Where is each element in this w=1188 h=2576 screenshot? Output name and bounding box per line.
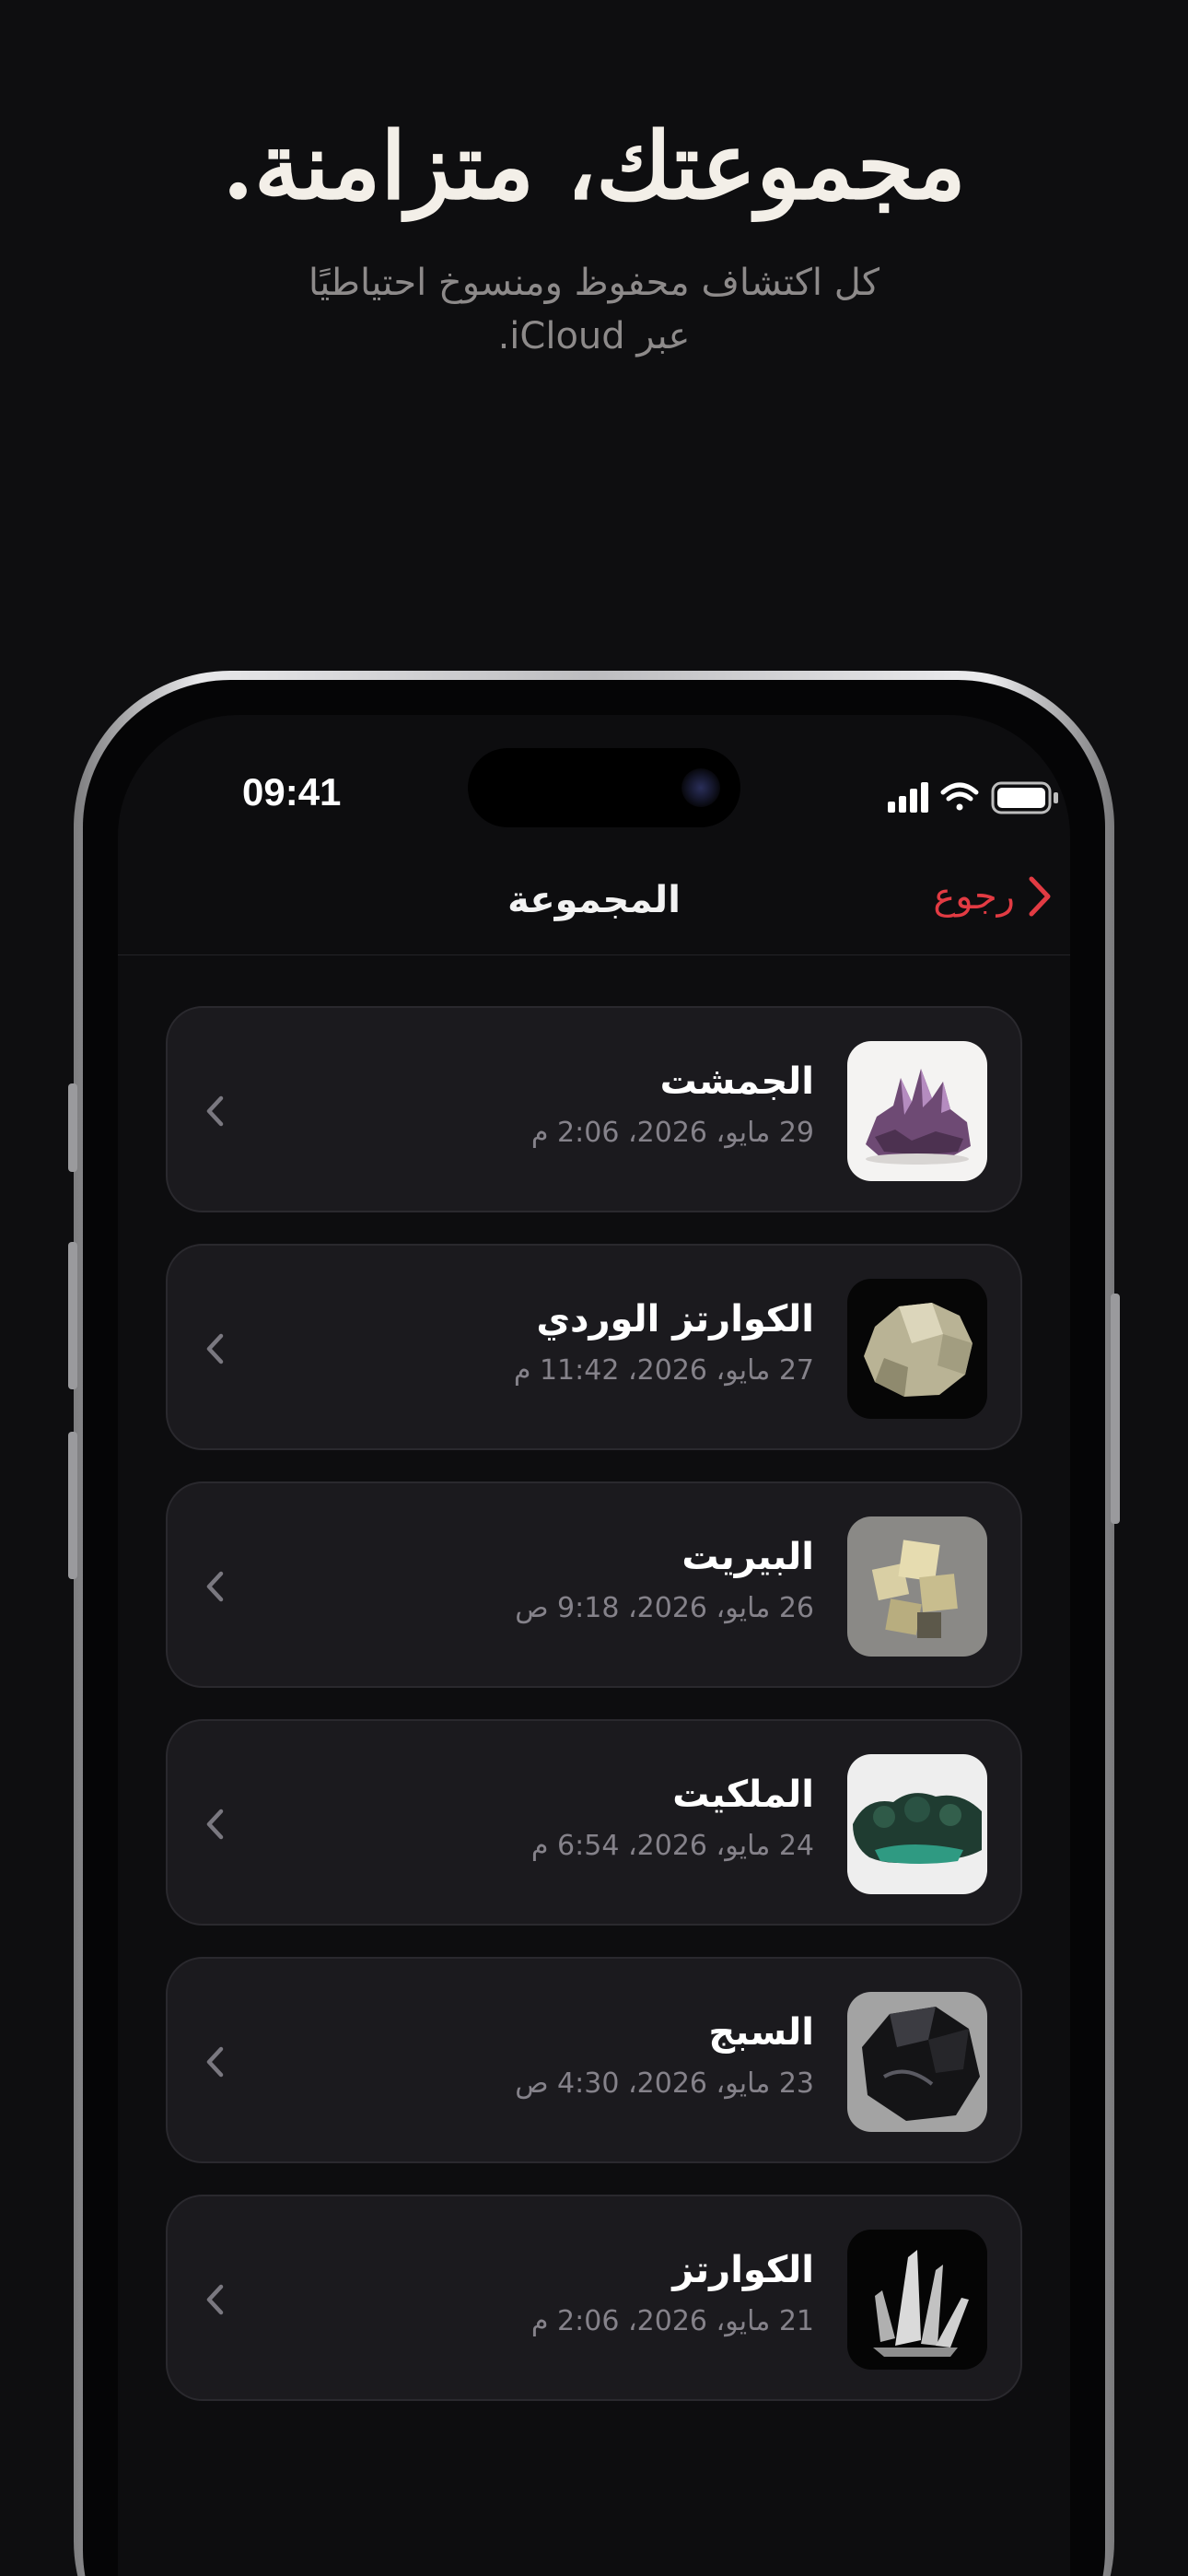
subheadline-line-2: عبر iCloud.: [497, 315, 691, 357]
chevron-left-icon: [206, 1333, 224, 1364]
item-name: السبج: [708, 2011, 814, 2054]
navigation-bar: المجموعة رجوع: [118, 862, 1070, 955]
dynamic-island: [468, 748, 740, 827]
volume-up-button: [68, 1242, 77, 1389]
volume-down-button: [68, 1432, 77, 1579]
subheadline: كل اكتشاف محفوظ ومنسوخ احتياطيًا عبر iCl…: [0, 256, 1188, 363]
item-date: 24 مايو، 2026، 6:54 م: [530, 1830, 814, 1862]
wifi-icon: [940, 782, 979, 811]
item-date: 23 مايو، 2026، 4:30 ص: [515, 2067, 814, 2100]
item-name: البيريت: [681, 1536, 814, 1578]
signal-icon: [888, 782, 928, 813]
subheadline-line-1: كل اكتشاف محفوظ ومنسوخ احتياطيًا: [308, 262, 880, 304]
quartz-photo: [847, 2230, 987, 2370]
item-date: 21 مايو، 2026، 2:06 م: [530, 2305, 814, 2337]
phone-screen: 09:41 المجموعة رجوع الجمشت 29 مايو، 2026…: [118, 715, 1070, 2576]
item-text: الجمشت 29 مايو، 2026، 2:06 م: [531, 1061, 814, 1149]
headline: مجموعتك، متزامنة.: [222, 111, 966, 220]
collection-list: الجمشت 29 مايو، 2026، 2:06 م الكوارتز ال…: [166, 1006, 1022, 2432]
list-item[interactable]: الكوارتز 21 مايو، 2026، 2:06 م: [166, 2195, 1022, 2401]
chevron-left-icon: [206, 2046, 224, 2078]
rose-quartz-photo: [847, 1279, 987, 1419]
back-label: رجوع: [933, 875, 1015, 918]
malachite-photo: [847, 1754, 987, 1894]
action-button: [68, 1083, 77, 1172]
chevron-back-icon: [1029, 876, 1051, 917]
battery-icon: [991, 781, 1058, 814]
status-time: 09:41: [242, 770, 342, 814]
item-text: الكوارتز الوردي 27 مايو، 2026، 11:42 م: [514, 1299, 814, 1387]
chevron-left-icon: [206, 1571, 224, 1602]
item-date: 27 مايو، 2026، 11:42 م: [513, 1354, 814, 1387]
list-item[interactable]: الجمشت 29 مايو، 2026، 2:06 م: [166, 1006, 1022, 1212]
item-text: البيريت 26 مايو، 2026، 9:18 ص: [515, 1537, 814, 1624]
marketing-screenshot: مجموعتك، متزامنة. كل اكتشاف محفوظ ومنسوخ…: [0, 0, 1188, 2576]
list-item[interactable]: الملكيت 24 مايو، 2026، 6:54 م: [166, 1719, 1022, 1926]
list-item[interactable]: الكوارتز الوردي 27 مايو، 2026، 11:42 م: [166, 1244, 1022, 1450]
item-date: 26 مايو، 2026، 9:18 ص: [515, 1592, 814, 1624]
item-text: الكوارتز 21 مايو، 2026، 2:06 م: [531, 2250, 814, 2337]
obsidian-photo: [847, 1992, 987, 2132]
amethyst-photo: [847, 1041, 987, 1181]
item-name: الكوارتز الوردي: [536, 1298, 814, 1341]
nav-title: المجموعة: [507, 879, 681, 921]
chevron-left-icon: [206, 1809, 224, 1840]
item-name: الكوارتز: [672, 2249, 814, 2291]
item-name: الجمشت: [659, 1060, 814, 1103]
item-name: الملكيت: [672, 1774, 814, 1816]
back-button[interactable]: رجوع: [933, 875, 1052, 918]
item-text: الملكيت 24 مايو، 2026، 6:54 م: [531, 1774, 814, 1862]
chevron-left-icon: [206, 2284, 224, 2315]
chevron-left-icon: [206, 1095, 224, 1127]
item-text: السبج 23 مايو، 2026، 4:30 ص: [515, 2012, 814, 2100]
front-camera-icon: [681, 768, 720, 807]
phone-frame: 09:41 المجموعة رجوع الجمشت 29 مايو، 2026…: [68, 671, 1120, 2576]
phone-bezel: 09:41 المجموعة رجوع الجمشت 29 مايو، 2026…: [83, 680, 1105, 2576]
power-button: [1111, 1294, 1120, 1524]
status-icons: [888, 781, 1058, 814]
list-item[interactable]: السبج 23 مايو، 2026، 4:30 ص: [166, 1957, 1022, 2163]
item-date: 29 مايو، 2026، 2:06 م: [530, 1117, 814, 1149]
pyrite-photo: [847, 1516, 987, 1657]
list-item[interactable]: البيريت 26 مايو، 2026، 9:18 ص: [166, 1481, 1022, 1688]
